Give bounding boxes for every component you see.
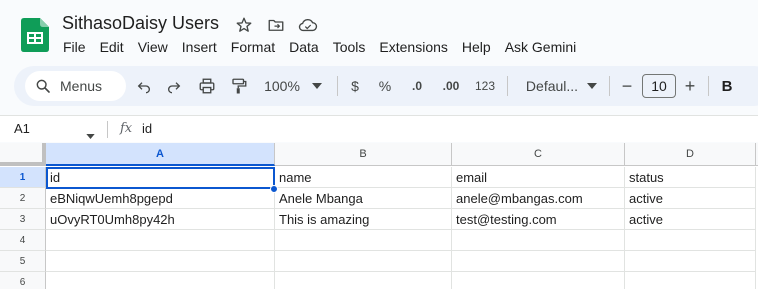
row-header-4[interactable]: 4: [0, 230, 46, 251]
undo-icon[interactable]: [134, 74, 154, 98]
search-menus-button[interactable]: Menus: [25, 71, 126, 101]
menu-file[interactable]: File: [56, 37, 93, 57]
cell-d3[interactable]: active: [625, 209, 756, 230]
increase-font-size-button[interactable]: +: [682, 74, 698, 98]
row-header-3[interactable]: 3: [0, 209, 46, 230]
cell-a3[interactable]: uOvyRT0Umh8py42h: [46, 209, 275, 230]
cell-b1[interactable]: name: [275, 167, 452, 188]
decrease-font-size-button[interactable]: −: [619, 74, 635, 98]
menu-tools[interactable]: Tools: [326, 37, 373, 57]
menu-help[interactable]: Help: [455, 37, 498, 57]
row-header-2[interactable]: 2: [0, 188, 46, 209]
column-header-a[interactable]: A: [46, 143, 275, 166]
row-header-1[interactable]: 1: [0, 167, 46, 188]
spreadsheet-grid: A B C D 1 2 3 4 5 6 id name email status…: [0, 143, 758, 289]
menu-data[interactable]: Data: [282, 37, 326, 57]
cell-d1[interactable]: status: [625, 167, 756, 188]
cell-a2[interactable]: eBNiqwUemh8pgepd: [46, 188, 275, 209]
increase-decimal-button[interactable]: .00: [439, 74, 463, 98]
cell-c2[interactable]: anele@mbangas.com: [452, 188, 625, 209]
cell-a1[interactable]: id: [46, 167, 275, 188]
cell-b4[interactable]: [275, 230, 452, 251]
cell-d2[interactable]: active: [625, 188, 756, 209]
search-menus-label: Menus: [60, 78, 103, 94]
menu-insert[interactable]: Insert: [175, 37, 224, 57]
bold-button[interactable]: B: [719, 74, 735, 98]
cell-c3[interactable]: test@testing.com: [452, 209, 625, 230]
cell-b3[interactable]: This is amazing: [275, 209, 452, 230]
cell-b2[interactable]: Anele Mbanga: [275, 188, 452, 209]
decrease-decimal-button[interactable]: .0: [406, 74, 428, 98]
font-dropdown-icon[interactable]: [586, 74, 598, 98]
fill-handle[interactable]: [270, 185, 278, 193]
column-header-d[interactable]: D: [625, 143, 756, 166]
cell-a6[interactable]: [46, 272, 275, 289]
zoom-dropdown-icon[interactable]: [311, 74, 323, 98]
cell-d5[interactable]: [625, 251, 756, 272]
menu-extensions[interactable]: Extensions: [372, 37, 454, 57]
search-icon: [36, 79, 50, 93]
increase-decimal-label: .00: [442, 79, 460, 93]
fx-icon: fx: [120, 121, 133, 136]
redo-icon[interactable]: [164, 74, 184, 98]
print-icon[interactable]: [196, 74, 218, 98]
menu-format[interactable]: Format: [224, 37, 282, 57]
font-family-select[interactable]: Defaul...: [518, 74, 586, 98]
row-header-5[interactable]: 5: [0, 251, 46, 272]
formula-input[interactable]: id: [142, 121, 152, 136]
formula-bar: A1 fx id: [0, 115, 758, 142]
cell-d4[interactable]: [625, 230, 756, 251]
font-size-input[interactable]: 10: [642, 74, 676, 98]
column-header-c[interactable]: C: [452, 143, 625, 166]
cell-a4[interactable]: [46, 230, 275, 251]
cell-b6[interactable]: [275, 272, 452, 289]
title-bar: SithasoDaisy Users File Edit View Insert…: [0, 0, 758, 64]
star-icon[interactable]: [233, 14, 255, 36]
percent-format-button[interactable]: %: [377, 74, 393, 98]
toolbar: Menus 100% $ % .0 .00 123 Defaul... − 10…: [14, 66, 758, 106]
menu-edit[interactable]: Edit: [93, 37, 131, 57]
cell-c6[interactable]: [452, 272, 625, 289]
name-box[interactable]: A1: [14, 121, 30, 136]
cell-c1[interactable]: email: [452, 167, 625, 188]
cell-a5[interactable]: [46, 251, 275, 272]
column-header-b[interactable]: B: [275, 143, 452, 166]
number-format-button[interactable]: 123: [473, 74, 497, 98]
menu-ask-gemini[interactable]: Ask Gemini: [498, 37, 584, 57]
cloud-saved-icon[interactable]: [297, 14, 319, 36]
paint-format-icon[interactable]: [228, 74, 250, 98]
cell-b5[interactable]: [275, 251, 452, 272]
cell-c5[interactable]: [452, 251, 625, 272]
move-folder-icon[interactable]: [265, 14, 287, 36]
select-all-corner[interactable]: [0, 143, 46, 166]
row-header-6[interactable]: 6: [0, 272, 46, 289]
menu-bar: File Edit View Insert Format Data Tools …: [56, 37, 583, 57]
currency-format-button[interactable]: $: [348, 74, 362, 98]
document-title[interactable]: SithasoDaisy Users: [62, 13, 219, 34]
menu-view[interactable]: View: [131, 37, 175, 57]
cell-d6[interactable]: [625, 272, 756, 289]
decrease-decimal-label: .0: [411, 79, 422, 93]
name-box-dropdown-icon[interactable]: [86, 126, 95, 144]
zoom-select[interactable]: 100%: [260, 74, 304, 98]
cell-c4[interactable]: [452, 230, 625, 251]
sheets-logo-icon[interactable]: [21, 18, 49, 52]
